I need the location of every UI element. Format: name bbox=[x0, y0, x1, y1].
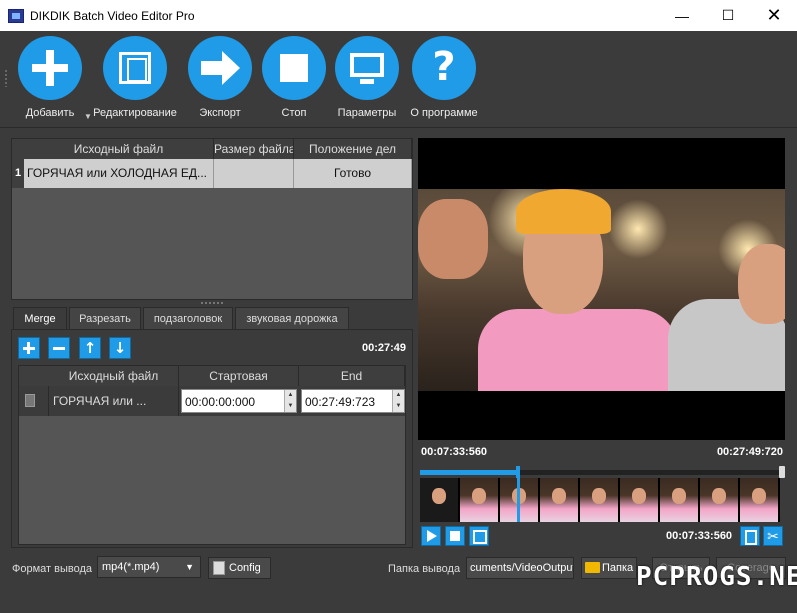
start-time-value: 00:00:00:000 bbox=[185, 395, 256, 409]
document-icon bbox=[213, 561, 225, 575]
stop-icon[interactable] bbox=[445, 526, 465, 546]
output-format-select[interactable]: mp4(*.mp4) ▼ bbox=[97, 556, 201, 578]
window-title: DIKDIK Batch Video Editor Pro bbox=[30, 8, 195, 23]
merge-panel: ↑ ↓ 00:27:49 Исходный файл Стартовая End… bbox=[11, 329, 413, 548]
output-folder-label: Папка вывода bbox=[388, 563, 461, 575]
close-button[interactable]: ✕ bbox=[751, 0, 797, 31]
column-source-file[interactable]: Исходный файл bbox=[49, 366, 179, 386]
monitor-icon bbox=[335, 36, 399, 100]
edit-button[interactable]: Редактирование bbox=[90, 36, 180, 124]
watermark-text: PCPROGS.NET bbox=[636, 562, 797, 592]
minus-icon bbox=[53, 347, 65, 350]
output-format-label: Формат вывода bbox=[12, 563, 93, 575]
arrow-down-icon: ↓ bbox=[113, 339, 127, 357]
film-strip-icon bbox=[103, 36, 167, 100]
main-toolbar: Добавить ▼ Редактирование Экспорт Стоп П… bbox=[0, 31, 797, 128]
add-button[interactable]: Добавить ▼ bbox=[5, 36, 95, 124]
column-status[interactable]: Положение дел bbox=[294, 139, 412, 159]
edit-tabs: Merge Разрезать подзаголовок звуковая до… bbox=[11, 307, 413, 330]
current-position: 00:07:33:560 bbox=[421, 446, 488, 458]
folder-icon bbox=[585, 562, 600, 573]
merge-row-file: ГОРЯЧАЯ или ... bbox=[49, 386, 179, 416]
timeline-thumbnail bbox=[740, 478, 780, 522]
video-frame-image bbox=[418, 189, 785, 391]
scissors-icon[interactable]: ✂ bbox=[763, 526, 783, 546]
title-bar: DIKDIK Batch Video Editor Pro — ☐ ✕ bbox=[0, 0, 797, 31]
file-table-header: Исходный файл Размер файла Положение дел bbox=[12, 139, 412, 159]
row-status: Готово bbox=[294, 159, 412, 188]
table-row[interactable]: ГОРЯЧАЯ или ... 00:00:00:000 ▲ ▼ 00:27:49… bbox=[19, 386, 405, 416]
stop-square-icon bbox=[262, 36, 326, 100]
timeline-thumbnail bbox=[500, 478, 540, 522]
column-end[interactable]: End bbox=[299, 366, 405, 386]
play-icon[interactable] bbox=[421, 526, 441, 546]
row-file-size bbox=[214, 159, 294, 188]
maximize-button[interactable]: ☐ bbox=[705, 0, 751, 31]
seek-slider[interactable] bbox=[420, 466, 784, 479]
seek-end-handle[interactable] bbox=[779, 466, 785, 478]
column-start[interactable]: Стартовая bbox=[179, 366, 299, 386]
app-film-icon bbox=[8, 8, 24, 23]
timeline-thumbnail bbox=[660, 478, 700, 522]
merge-remove-button[interactable] bbox=[48, 337, 70, 359]
seek-slider-fill bbox=[420, 470, 519, 475]
column-file-size[interactable]: Размер файла bbox=[214, 139, 294, 159]
panel-splitter[interactable] bbox=[200, 301, 224, 305]
column-source-file[interactable]: Исходный файл bbox=[24, 139, 214, 159]
total-duration: 00:27:49:720 bbox=[716, 446, 783, 458]
about-button[interactable]: ? О программе bbox=[399, 36, 489, 124]
output-folder-input[interactable]: cuments/VideoOutput bbox=[466, 557, 574, 579]
edit-label: Редактирование bbox=[93, 107, 177, 119]
start-time-spinbox[interactable]: 00:00:00:000 ▲ ▼ bbox=[181, 389, 297, 413]
config-label: Config bbox=[229, 562, 261, 574]
position-row: 00:07:33:560 00:27:49:720 bbox=[418, 443, 785, 461]
chevron-down-icon: ▼ bbox=[185, 562, 194, 572]
timeline-thumbnails[interactable] bbox=[420, 478, 780, 522]
tab-audio-track[interactable]: звуковая дорожка bbox=[235, 307, 349, 329]
merge-total-duration: 00:27:49 bbox=[362, 342, 407, 354]
plus-icon bbox=[18, 36, 82, 100]
minimize-button[interactable]: — bbox=[659, 0, 705, 31]
config-button[interactable]: Config bbox=[208, 557, 271, 579]
snapshot-icon[interactable] bbox=[469, 526, 489, 546]
question-mark-icon: ? bbox=[412, 36, 476, 100]
about-label: О программе bbox=[410, 107, 478, 119]
end-time-spinbox[interactable]: 00:27:49:723 ▲ ▼ bbox=[301, 389, 405, 413]
merge-add-button[interactable] bbox=[18, 337, 40, 359]
folder-label: Папка bbox=[602, 562, 634, 574]
timeline-thumbnail bbox=[420, 478, 460, 522]
player-controls: 00:07:33:560 ✂ bbox=[420, 524, 785, 548]
cut-position: 00:07:33:560 bbox=[666, 530, 733, 542]
timeline-thumbnail bbox=[580, 478, 620, 522]
timeline-thumbnail bbox=[620, 478, 660, 522]
arrow-up-icon: ↑ bbox=[83, 339, 97, 357]
timeline-thumbnail bbox=[460, 478, 500, 522]
file-list-table[interactable]: Исходный файл Размер файла Положение дел… bbox=[11, 138, 413, 300]
timeline-thumbnail bbox=[700, 478, 740, 522]
merge-table-header: Исходный файл Стартовая End bbox=[19, 366, 405, 386]
video-preview[interactable] bbox=[418, 138, 785, 440]
browse-folder-button[interactable]: Папка bbox=[581, 557, 637, 579]
merge-move-up-button[interactable]: ↑ bbox=[79, 337, 101, 359]
timeline-cursor[interactable] bbox=[517, 470, 520, 522]
spin-arrows-icon[interactable]: ▲ ▼ bbox=[392, 390, 404, 412]
table-row[interactable]: ГОРЯЧАЯ или ХОЛОДНАЯ ЕД... Готово bbox=[12, 159, 412, 188]
end-time-value: 00:27:49:723 bbox=[305, 395, 376, 409]
arrow-right-icon bbox=[188, 36, 252, 100]
copy-icon[interactable] bbox=[740, 526, 760, 546]
spin-arrows-icon[interactable]: ▲ ▼ bbox=[284, 390, 296, 412]
merge-table[interactable]: Исходный файл Стартовая End ГОРЯЧАЯ или … bbox=[18, 365, 406, 545]
tab-cut[interactable]: Разрезать bbox=[69, 307, 141, 329]
tab-merge[interactable]: Merge bbox=[13, 307, 67, 330]
merge-move-down-button[interactable]: ↓ bbox=[109, 337, 131, 359]
output-format-value: mp4(*.mp4) bbox=[102, 561, 160, 573]
tab-subtitle[interactable]: подзаголовок bbox=[143, 307, 233, 329]
timeline-thumbnail bbox=[540, 478, 580, 522]
add-label: Добавить bbox=[25, 107, 75, 119]
row-file-name: ГОРЯЧАЯ или ХОЛОДНАЯ ЕД... bbox=[24, 159, 214, 188]
file-icon bbox=[25, 394, 35, 407]
